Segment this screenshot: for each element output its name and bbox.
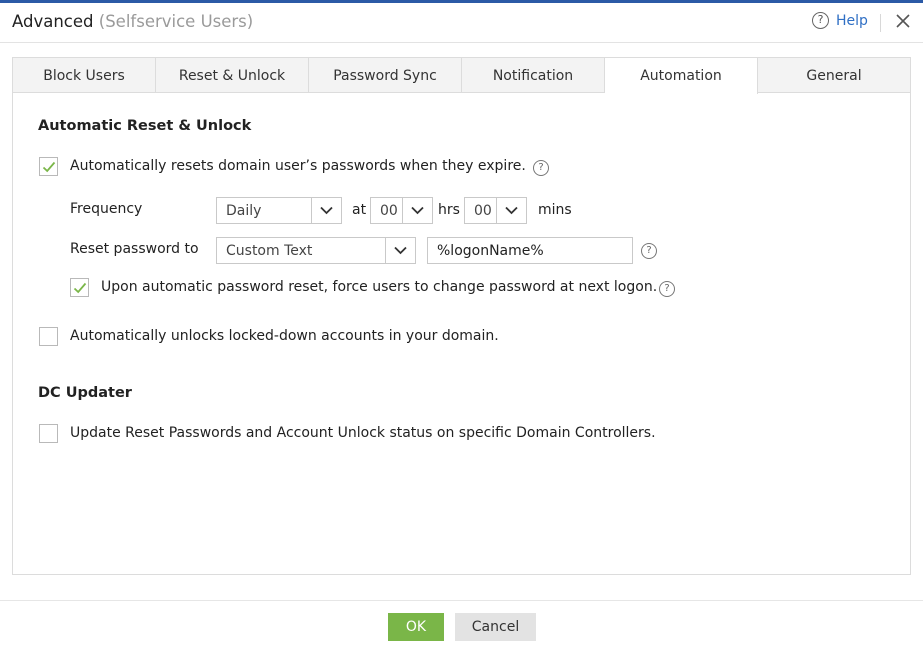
frequency-select[interactable]: Daily: [216, 197, 342, 224]
frequency-value: Daily: [226, 203, 262, 219]
dialog-title-main: Advanced: [12, 12, 94, 31]
dialog-header: Advanced (Selfservice Users) ? Help: [0, 3, 923, 43]
reset-password-type-select[interactable]: Custom Text: [216, 237, 416, 264]
chevron-down-icon: [496, 198, 526, 223]
help-link[interactable]: ? Help: [812, 12, 868, 29]
mins-label: mins: [538, 202, 572, 218]
minutes-select[interactable]: 00: [464, 197, 527, 224]
footer-divider: [0, 600, 923, 601]
reset-password-text-input[interactable]: [427, 237, 633, 264]
header-divider: [880, 14, 881, 32]
ok-button[interactable]: OK: [388, 613, 444, 641]
tab-password-sync[interactable]: Password Sync: [309, 58, 462, 93]
dc-update-checkbox[interactable]: [39, 424, 58, 443]
tab-automation[interactable]: Automation: [605, 58, 758, 94]
dialog-title-subtitle: (Selfservice Users): [98, 12, 254, 31]
auto-unlock-label: Automatically unlocks locked-down accoun…: [70, 328, 499, 344]
dc-update-label: Update Reset Passwords and Account Unloc…: [70, 425, 656, 441]
checkmark-icon: [73, 282, 87, 294]
reset-password-label: Reset password to: [70, 241, 199, 257]
chevron-down-icon: [385, 238, 415, 263]
automation-tab-content: Automatic Reset & Unlock Automatically r…: [13, 94, 910, 574]
section-title-auto-reset-unlock: Automatic Reset & Unlock: [38, 118, 252, 134]
checkmark-icon: [42, 161, 56, 173]
help-icon: ?: [812, 12, 829, 29]
auto-reset-label: Automatically resets domain user’s passw…: [70, 158, 526, 174]
section-title-dc-updater: DC Updater: [38, 385, 132, 401]
dialog-title: Advanced (Selfservice Users): [12, 12, 253, 31]
hours-value: 00: [380, 203, 398, 219]
hours-select[interactable]: 00: [370, 197, 433, 224]
chevron-down-icon: [402, 198, 432, 223]
at-label: at: [352, 202, 367, 218]
reset-password-type-value: Custom Text: [226, 243, 313, 259]
hrs-label: hrs: [438, 202, 460, 218]
auto-reset-help-icon[interactable]: ?: [533, 160, 549, 176]
help-label: Help: [836, 12, 868, 29]
tab-notification[interactable]: Notification: [462, 58, 605, 93]
minutes-value: 00: [474, 203, 492, 219]
force-change-checkbox[interactable]: [70, 278, 89, 297]
force-change-label: Upon automatic password reset, force use…: [101, 279, 658, 295]
tab-general[interactable]: General: [758, 58, 910, 93]
force-change-help-icon[interactable]: ?: [659, 281, 675, 297]
settings-panel: Block Users Reset & Unlock Password Sync…: [12, 57, 911, 575]
chevron-down-icon: [311, 198, 341, 223]
tab-block-users[interactable]: Block Users: [13, 58, 156, 93]
auto-unlock-checkbox[interactable]: [39, 327, 58, 346]
reset-password-help-icon[interactable]: ?: [641, 243, 657, 259]
frequency-label: Frequency: [70, 201, 143, 217]
close-icon[interactable]: [895, 12, 911, 30]
tab-reset-unlock[interactable]: Reset & Unlock: [156, 58, 309, 93]
cancel-button[interactable]: Cancel: [455, 613, 536, 641]
tab-bar: Block Users Reset & Unlock Password Sync…: [13, 58, 910, 94]
auto-reset-checkbox[interactable]: [39, 157, 58, 176]
